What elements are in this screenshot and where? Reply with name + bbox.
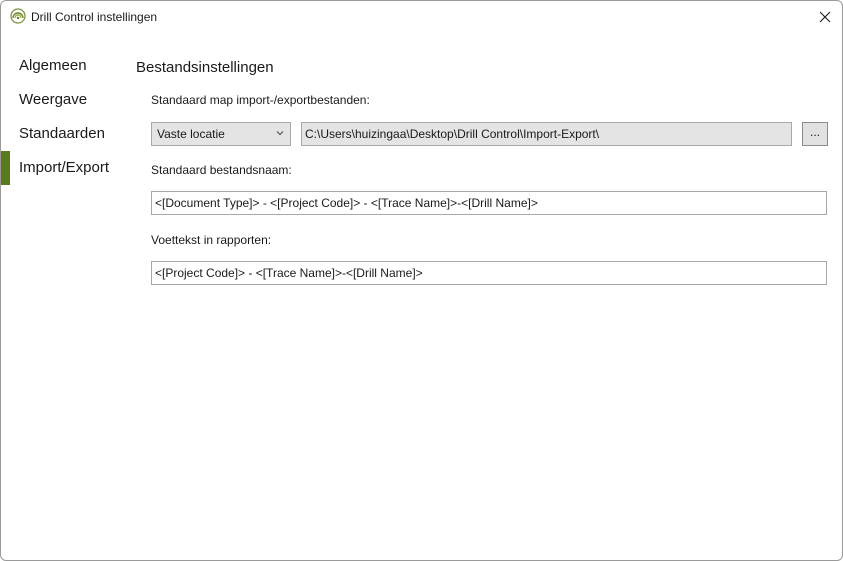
sidebar-nav: Algemeen Weergave Standaarden Import/Exp… — [1, 49, 126, 185]
close-icon — [819, 11, 831, 23]
sidebar-item-import-export[interactable]: Import/Export — [1, 151, 126, 185]
window-title: Drill Control instellingen — [31, 10, 158, 24]
sidebar-item-label: Import/Export — [19, 159, 110, 176]
title-bar: Drill Control instellingen — [1, 1, 842, 33]
browse-button[interactable]: ... — [802, 122, 828, 146]
close-button[interactable] — [808, 1, 842, 33]
settings-window: Drill Control instellingen Algemeen Weer… — [0, 0, 843, 561]
drill-control-logo-icon — [10, 8, 26, 24]
folder-label: Standaard map import-/exportbestanden: — [151, 93, 370, 107]
location-mode-value: Vaste locatie — [157, 127, 225, 141]
sidebar-item-label: Weergave — [19, 91, 88, 108]
sidebar-item-weergave[interactable]: Weergave — [1, 83, 126, 117]
folder-path-field[interactable]: C:\Users\huizingaa\Desktop\Drill Control… — [301, 122, 792, 146]
sidebar-item-label: Standaarden — [19, 125, 105, 142]
filename-input[interactable]: <[Document Type]> - <[Project Code]> - <… — [151, 191, 827, 215]
filename-value: <[Document Type]> - <[Project Code]> - <… — [155, 196, 538, 210]
filename-label: Standaard bestandsnaam: — [151, 163, 292, 177]
sidebar-item-standaarden[interactable]: Standaarden — [1, 117, 126, 151]
footer-label: Voettekst in rapporten: — [151, 233, 272, 247]
chevron-down-icon — [276, 131, 284, 136]
folder-path-value: C:\Users\huizingaa\Desktop\Drill Control… — [305, 127, 600, 141]
location-mode-dropdown[interactable]: Vaste locatie — [151, 122, 291, 146]
section-title: Bestandsinstellingen — [136, 59, 274, 76]
footer-input[interactable]: <[Project Code]> - <[Trace Name]>-<[Dril… — [151, 261, 827, 285]
sidebar-item-label: Algemeen — [19, 57, 87, 74]
footer-value: <[Project Code]> - <[Trace Name]>-<[Dril… — [155, 266, 423, 280]
sidebar-item-algemeen[interactable]: Algemeen — [1, 49, 126, 83]
